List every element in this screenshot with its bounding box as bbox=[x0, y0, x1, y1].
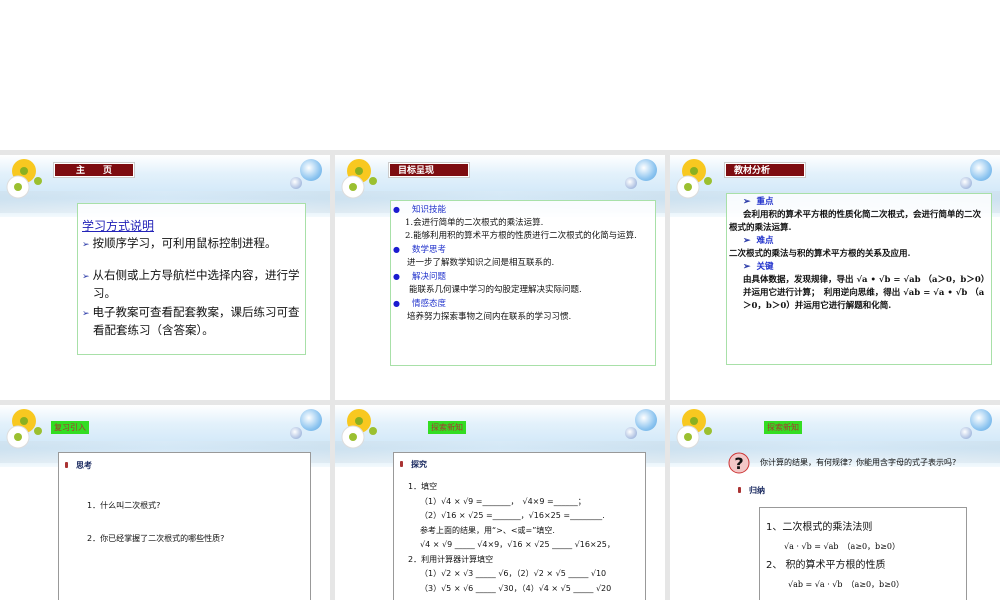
rule-formula: √ab = √a · √b （a≥0，b≥0） bbox=[788, 580, 904, 589]
section-heading: 探究 bbox=[411, 460, 427, 469]
daisy-flower-icon bbox=[341, 409, 377, 449]
exercise-line: √4 × √9 _____ √4×9，√16 × √25 _____ √16×2… bbox=[420, 540, 615, 549]
bullet-text: 电子教案可查看配套教案，课后练习可查看配套练习（含答案）。 bbox=[92, 305, 300, 337]
question-text: 你计算的结果，有何规律？你能用含字母的式子表示吗? bbox=[760, 458, 957, 467]
bubble-decoration bbox=[635, 409, 657, 431]
slide-thumbnail-1[interactable]: 主 页 学习方式说明 ➢ 按顺序学习，可利用鼠标控制进程。 ➢ 从右侧或上方导航栏中… bbox=[0, 155, 330, 400]
exercise-line: 参考上面的结果，用“>、<或=”填空. bbox=[420, 525, 555, 535]
section-text: 由具体数据，发现规律，导出 √a • √b = √ab （a＞0，b＞0）并运用… bbox=[743, 275, 986, 311]
bubble-decoration bbox=[635, 159, 657, 181]
bubble-decoration bbox=[290, 177, 302, 189]
arrow-bullet-icon: ➢ bbox=[743, 236, 751, 246]
slide-title: 探索新知 bbox=[764, 421, 802, 434]
bullet-marker-icon bbox=[400, 461, 403, 467]
section-label: 知识技能 bbox=[411, 205, 446, 215]
section-label: 解决问题 bbox=[411, 272, 446, 282]
daisy-flower-icon bbox=[676, 159, 712, 199]
slide-sorter-grid: 主 页 学习方式说明 ➢ 按顺序学习，可利用鼠标控制进程。 ➢ 从右侧或上方导航栏中… bbox=[0, 150, 1000, 600]
question-text: 1．什么叫二次根式? bbox=[87, 501, 161, 510]
svg-text:?: ? bbox=[734, 454, 743, 473]
exercise-line: （2）√16 × √25 =_______，√16×25 =________. bbox=[420, 511, 605, 520]
bullet-text: 按顺序学习，可利用鼠标控制进程。 bbox=[92, 236, 277, 250]
section-text: 会利用积的算术平方根的性质化简二次根式，会进行简单的二次根式的乘法运算. bbox=[729, 210, 982, 233]
bullet-marker-icon bbox=[738, 487, 741, 493]
arrow-bullet-icon: ➢ bbox=[743, 197, 751, 207]
section-line: 进一步了解数学知识之间是相互联系的. bbox=[407, 258, 555, 268]
arrow-bullet-icon: ➢ bbox=[82, 309, 90, 319]
daisy-flower-icon bbox=[6, 409, 42, 449]
bubble-decoration bbox=[300, 159, 322, 181]
question-text: 2．你已经掌握了二次根式的哪些性质? bbox=[87, 534, 225, 543]
heading-link[interactable]: 学习方式说明 bbox=[82, 218, 301, 234]
content-box: 探究 1．填空 （1）√4 × √9 =_______， √4×9 =_____… bbox=[393, 452, 646, 600]
section-line: 2.能够利用积的算术平方根的性质进行二次根式的化简与运算. bbox=[405, 231, 637, 241]
slide-title: 探索新知 bbox=[428, 421, 466, 434]
bubble-decoration bbox=[960, 177, 972, 189]
section-line: 培养努力探索事物之间内在联系的学习习惯. bbox=[407, 312, 572, 322]
slide-thumbnail-4[interactable]: 复习引入 思考 1．什么叫二次根式? 2．你已经掌握了二次根式的哪些性质? bbox=[0, 405, 330, 600]
content-box: ➢ 重点 会利用积的算术平方根的性质化简二次根式，会进行简单的二次根式的乘法运算… bbox=[726, 193, 992, 365]
slide-title: 主 页 bbox=[54, 163, 134, 177]
arrow-bullet-icon: ➢ bbox=[743, 262, 751, 272]
section-line: 1.会进行简单的二次根式的乘法运算. bbox=[405, 218, 544, 228]
section-label: 关键 bbox=[756, 262, 774, 272]
bubble-decoration bbox=[290, 427, 302, 439]
daisy-flower-icon bbox=[6, 159, 42, 199]
content-box: 思考 1．什么叫二次根式? 2．你已经掌握了二次根式的哪些性质? bbox=[58, 452, 311, 600]
slide-title: 目标呈现 bbox=[389, 163, 469, 177]
exercise-line: （1）√4 × √9 =_______， √4×9 =______； bbox=[420, 496, 586, 506]
exercise-line: 2．利用计算器计算填空 bbox=[408, 554, 494, 564]
section-label: 数学思考 bbox=[411, 245, 446, 255]
rule-formula: √a · √b = √ab （a≥0，b≥0） bbox=[784, 542, 900, 551]
slide-title: 复习引入 bbox=[51, 421, 89, 434]
section-heading: 归纳 bbox=[749, 486, 765, 495]
content-box: 学习方式说明 ➢ 按顺序学习，可利用鼠标控制进程。 ➢ 从右侧或上方导航栏中选择内容… bbox=[77, 203, 306, 355]
bullet-dot-icon: ● bbox=[393, 205, 400, 214]
bubble-decoration bbox=[625, 427, 637, 439]
rules-box: 1、二次根式的乘法法则 √a · √b = √ab （a≥0，b≥0） 2、 积… bbox=[759, 507, 967, 600]
bubble-decoration bbox=[970, 409, 992, 431]
section-line: 能联系几何课中学习的勾股定理解决实际问题. bbox=[409, 285, 582, 295]
bubble-decoration bbox=[625, 177, 637, 189]
daisy-flower-icon bbox=[676, 409, 712, 449]
bubble-decoration bbox=[960, 427, 972, 439]
arrow-bullet-icon: ➢ bbox=[82, 272, 90, 282]
exercise-line: 1．填空 bbox=[408, 482, 438, 491]
slide-thumbnail-5[interactable]: 探索新知 探究 1．填空 （1）√4 × √9 =_______， √4×9 =… bbox=[335, 405, 665, 600]
bullet-text: 从右侧或上方导航栏中选择内容，进行学习。 bbox=[92, 268, 300, 300]
bullet-dot-icon: ● bbox=[393, 272, 400, 281]
section-label: 难点 bbox=[756, 236, 774, 246]
exercise-line: （1）√2 × √3 _____ √6，（2）√2 × √5 _____ √10 bbox=[420, 569, 607, 578]
slide-thumbnail-6[interactable]: 探索新知 ? 你计算的结果，有何规律？你能用含字母的式子表示吗? 归纳 1、二次… bbox=[670, 405, 1000, 600]
bubble-decoration bbox=[300, 409, 322, 431]
slide-thumbnail-3[interactable]: 教材分析 ➢ 重点 会利用积的算术平方根的性质化简二次根式，会进行简单的二次根式… bbox=[670, 155, 1000, 400]
section-heading: 思考 bbox=[76, 461, 92, 470]
daisy-flower-icon bbox=[341, 159, 377, 199]
content-box: ● 知识技能 1.会进行简单的二次根式的乘法运算. 2.能够利用积的算术平方根的性… bbox=[390, 200, 656, 366]
slide-title: 教材分析 bbox=[725, 163, 805, 177]
slide-thumbnail-2[interactable]: 目标呈现 ● 知识技能 1.会进行简单的二次根式的乘法运算. 2.能够利用积的算术… bbox=[335, 155, 665, 400]
section-label: 情感态度 bbox=[411, 299, 446, 309]
bullet-dot-icon: ● bbox=[393, 245, 400, 254]
section-text: 二次根式的乘法与积的算术平方根的关系及应用. bbox=[729, 249, 911, 259]
bullet-marker-icon bbox=[65, 462, 68, 468]
exercise-line: （3）√5 × √6 _____ √30，（4）√4 × √5 _____ √2… bbox=[420, 583, 612, 593]
section-label: 重点 bbox=[756, 197, 774, 207]
question-mark-icon: ? bbox=[728, 452, 750, 474]
rule-title: 1、二次根式的乘法法则 bbox=[766, 522, 873, 533]
rule-title: 2、 积的算术平方根的性质 bbox=[766, 560, 886, 571]
bullet-dot-icon: ● bbox=[393, 299, 400, 308]
bubble-decoration bbox=[970, 159, 992, 181]
arrow-bullet-icon: ➢ bbox=[82, 240, 90, 250]
